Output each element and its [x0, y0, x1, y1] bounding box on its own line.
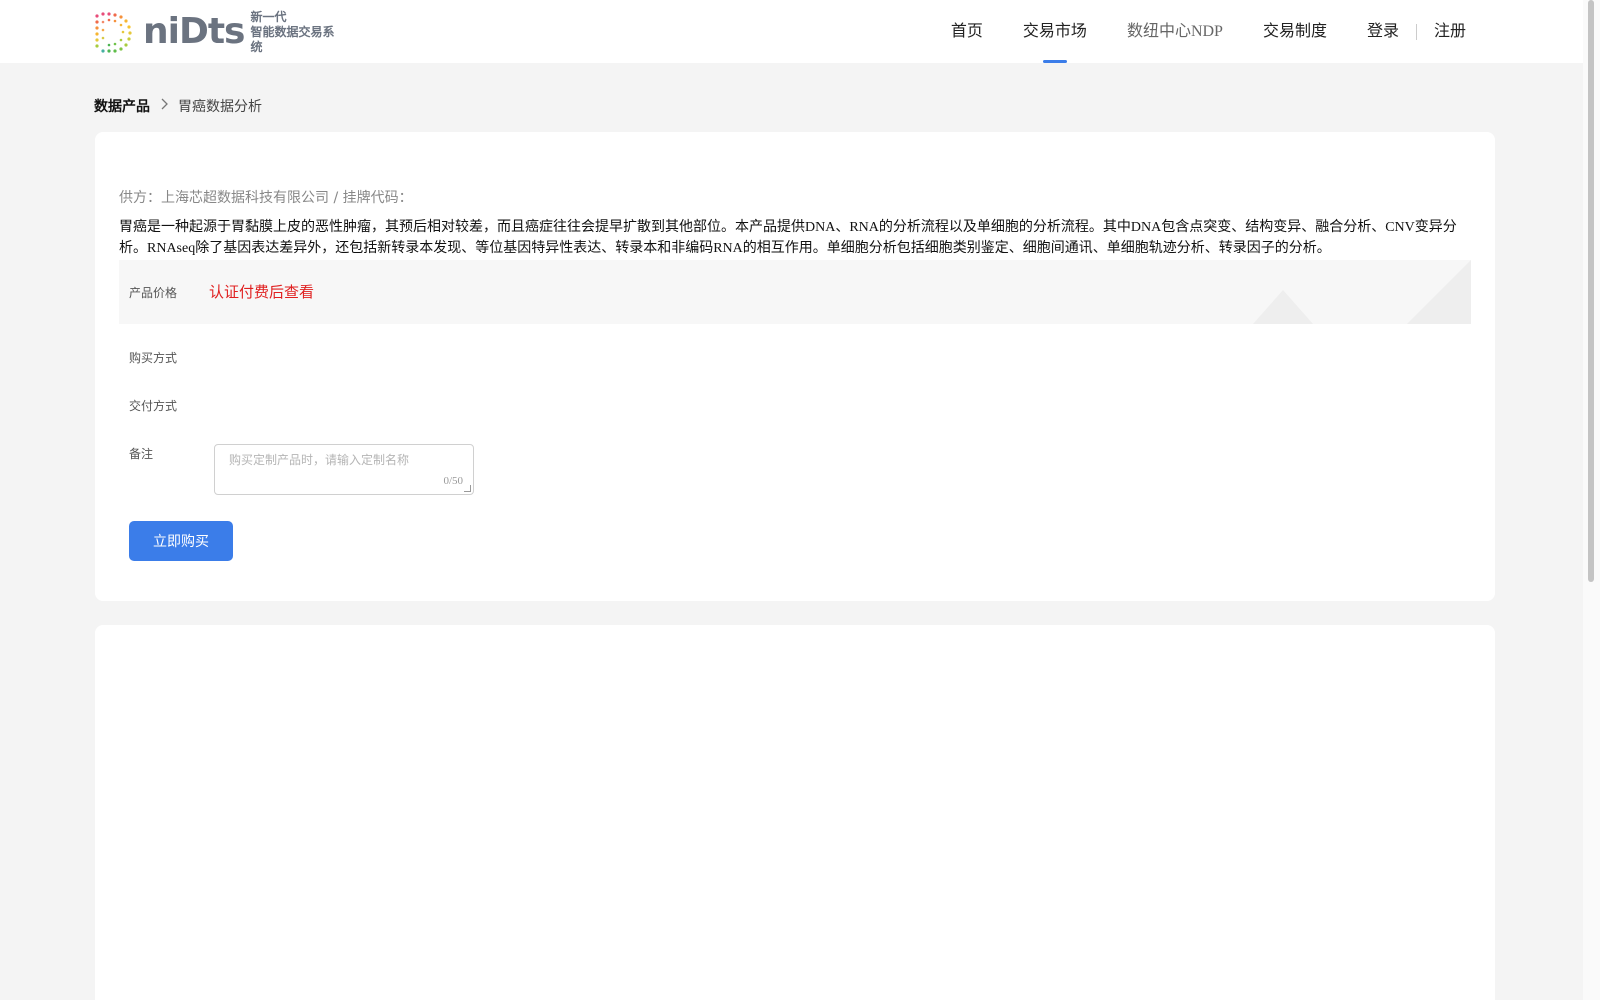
logo-wordmark: niDts [143, 11, 245, 52]
resize-handle-icon[interactable] [464, 485, 471, 492]
nav-item-market[interactable]: 交易市场 [1023, 0, 1087, 63]
logo-tagline-line-1: 新一代 [250, 9, 287, 24]
breadcrumb-root[interactable]: 数据产品 [94, 96, 150, 116]
price-value[interactable]: 认证付费后查看 [209, 281, 314, 302]
main-nav: 首页 交易市场 数纽中心NDP 交易制度 登录 注册 [911, 0, 1466, 63]
product-extra-card [95, 625, 1495, 1000]
product-detail-card: 供方：上海芯超数据科技有限公司 / 挂牌代码： 胃癌是一种起源于胃黏膜上皮的恶性… [95, 132, 1495, 601]
decorative-triangle-corner [1407, 260, 1471, 324]
register-link[interactable]: 注册 [1434, 0, 1466, 63]
nav-item-home[interactable]: 首页 [951, 0, 983, 63]
note-input[interactable] [215, 445, 473, 494]
nav-item-ndp[interactable]: 数纽中心NDP [1127, 0, 1223, 63]
nav-divider [1415, 23, 1417, 40]
price-section: 产品价格 认证付费后查看 [119, 260, 1471, 324]
chevron-right-icon [160, 98, 168, 114]
nav-item-rules[interactable]: 交易制度 [1263, 0, 1327, 63]
breadcrumb-current: 胃癌数据分析 [178, 99, 262, 115]
note-label: 备注 [129, 447, 154, 461]
delivery-method-label: 交付方式 [129, 399, 178, 413]
logo-tagline: 新一代 智能数据交易系统 [251, 10, 344, 55]
login-link[interactable]: 登录 [1367, 0, 1399, 63]
logo-tagline-line-2: 智能数据交易系统 [250, 24, 335, 54]
supplier-info: 供方：上海芯超数据科技有限公司 / 挂牌代码： [119, 190, 413, 206]
note-field: 0/50 [214, 444, 474, 495]
product-description: 胃癌是一种起源于胃黏膜上皮的恶性肿瘤，其预后相对较差，而且癌症往往会提早扩散到其… [119, 220, 1457, 256]
buy-now-button[interactable]: 立即购买 [129, 521, 233, 561]
decorative-triangle [1253, 290, 1313, 324]
scrollbar-thumb[interactable] [1588, 0, 1594, 582]
purchase-method-label: 购买方式 [129, 351, 178, 365]
top-header: niDts 新一代 智能数据交易系统 首页 交易市场 数纽中心NDP 交易制度 … [0, 0, 1600, 63]
site-logo[interactable]: niDts 新一代 智能数据交易系统 [93, 10, 343, 54]
page-scrollbar[interactable] [1583, 0, 1600, 1000]
logo-dotted-d-icon [93, 10, 141, 54]
note-char-counter: 0/50 [443, 475, 463, 487]
price-label: 产品价格 [129, 286, 178, 300]
breadcrumb: 数据产品 胃癌数据分析 [94, 96, 262, 116]
